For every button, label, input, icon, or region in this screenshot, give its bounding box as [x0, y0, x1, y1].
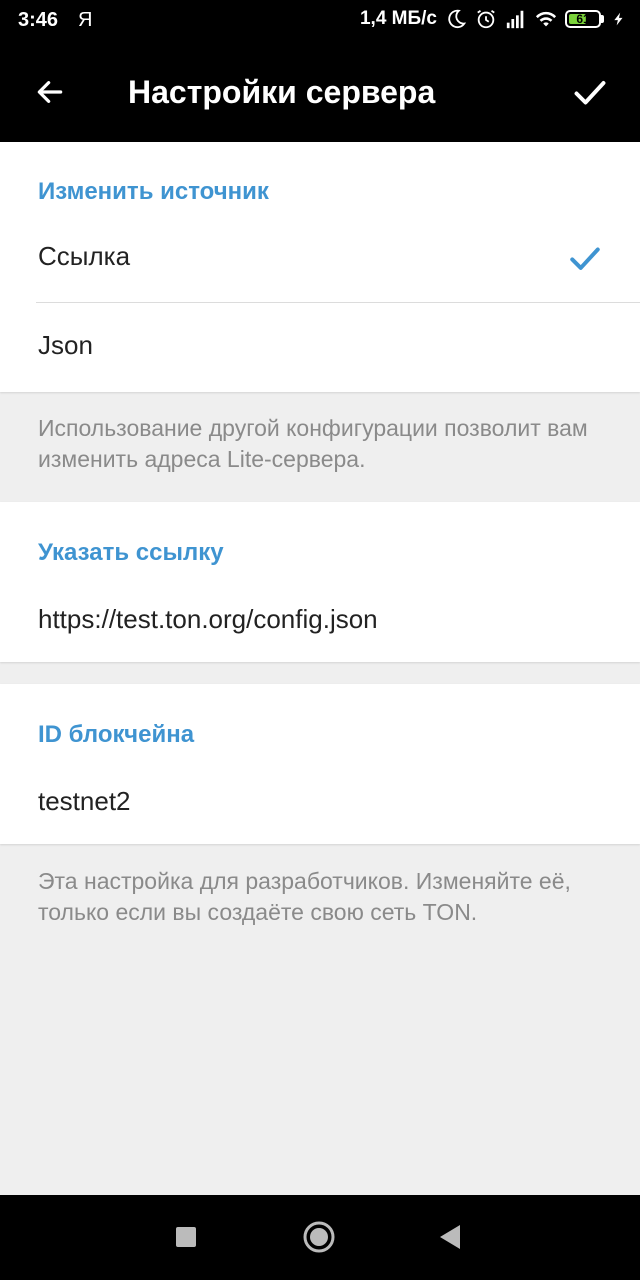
- blockchain-info-text: Эта настройка для разработчиков. Изменяй…: [38, 868, 571, 925]
- moon-icon: [448, 9, 467, 29]
- app-bar: Настройки сервера: [0, 44, 640, 142]
- recents-button[interactable]: [166, 1217, 206, 1257]
- blockchain-id-field[interactable]: testnet2: [38, 786, 131, 817]
- charging-icon: [614, 12, 623, 26]
- alarm-icon: [477, 9, 495, 29]
- check-icon: [574, 81, 606, 105]
- back-button[interactable]: [24, 66, 76, 118]
- blockchain-card: ID блокчейна testnet2: [0, 684, 640, 844]
- source-option-label: Ссылка: [38, 241, 131, 271]
- signal-icon: [506, 10, 524, 29]
- source-option-link[interactable]: Ссылка: [0, 213, 640, 303]
- recents-square-icon: [176, 1227, 196, 1247]
- source-option-json[interactable]: Json: [0, 302, 640, 392]
- source-option-label: Json: [38, 330, 93, 360]
- source-section-header: Изменить источник: [38, 178, 269, 205]
- link-card: Указать ссылку https://test.ton.org/conf…: [0, 502, 640, 662]
- wifi-icon: [535, 11, 557, 27]
- done-button[interactable]: [564, 66, 616, 118]
- blockchain-section-header: ID блокчейна: [38, 721, 195, 748]
- battery-icon: 61: [565, 10, 604, 28]
- config-url-field[interactable]: https://test.ton.org/config.json: [38, 604, 378, 635]
- nav-back-button[interactable]: [430, 1217, 470, 1257]
- source-info-text: Использование другой конфигурации позвол…: [38, 415, 588, 472]
- battery-level: 61: [576, 12, 590, 26]
- selected-check-icon: [570, 247, 600, 270]
- home-button[interactable]: [299, 1217, 339, 1257]
- arrow-left-icon: [37, 81, 63, 103]
- carrier-glyph: Я: [78, 9, 93, 31]
- status-bar: 3:46 Я 1,4 МБ/с 61: [0, 0, 640, 44]
- back-triangle-icon: [440, 1225, 460, 1249]
- home-circle-icon: [303, 1221, 335, 1253]
- source-card: Изменить источник Ссылка Json: [0, 142, 640, 392]
- system-nav-bar: [0, 1195, 640, 1280]
- network-speed: 1,4 МБ/с: [359, 8, 437, 29]
- status-time: 3:46: [18, 9, 59, 31]
- page-title: Настройки сервера: [128, 74, 436, 110]
- link-section-header: Указать ссылку: [38, 539, 224, 566]
